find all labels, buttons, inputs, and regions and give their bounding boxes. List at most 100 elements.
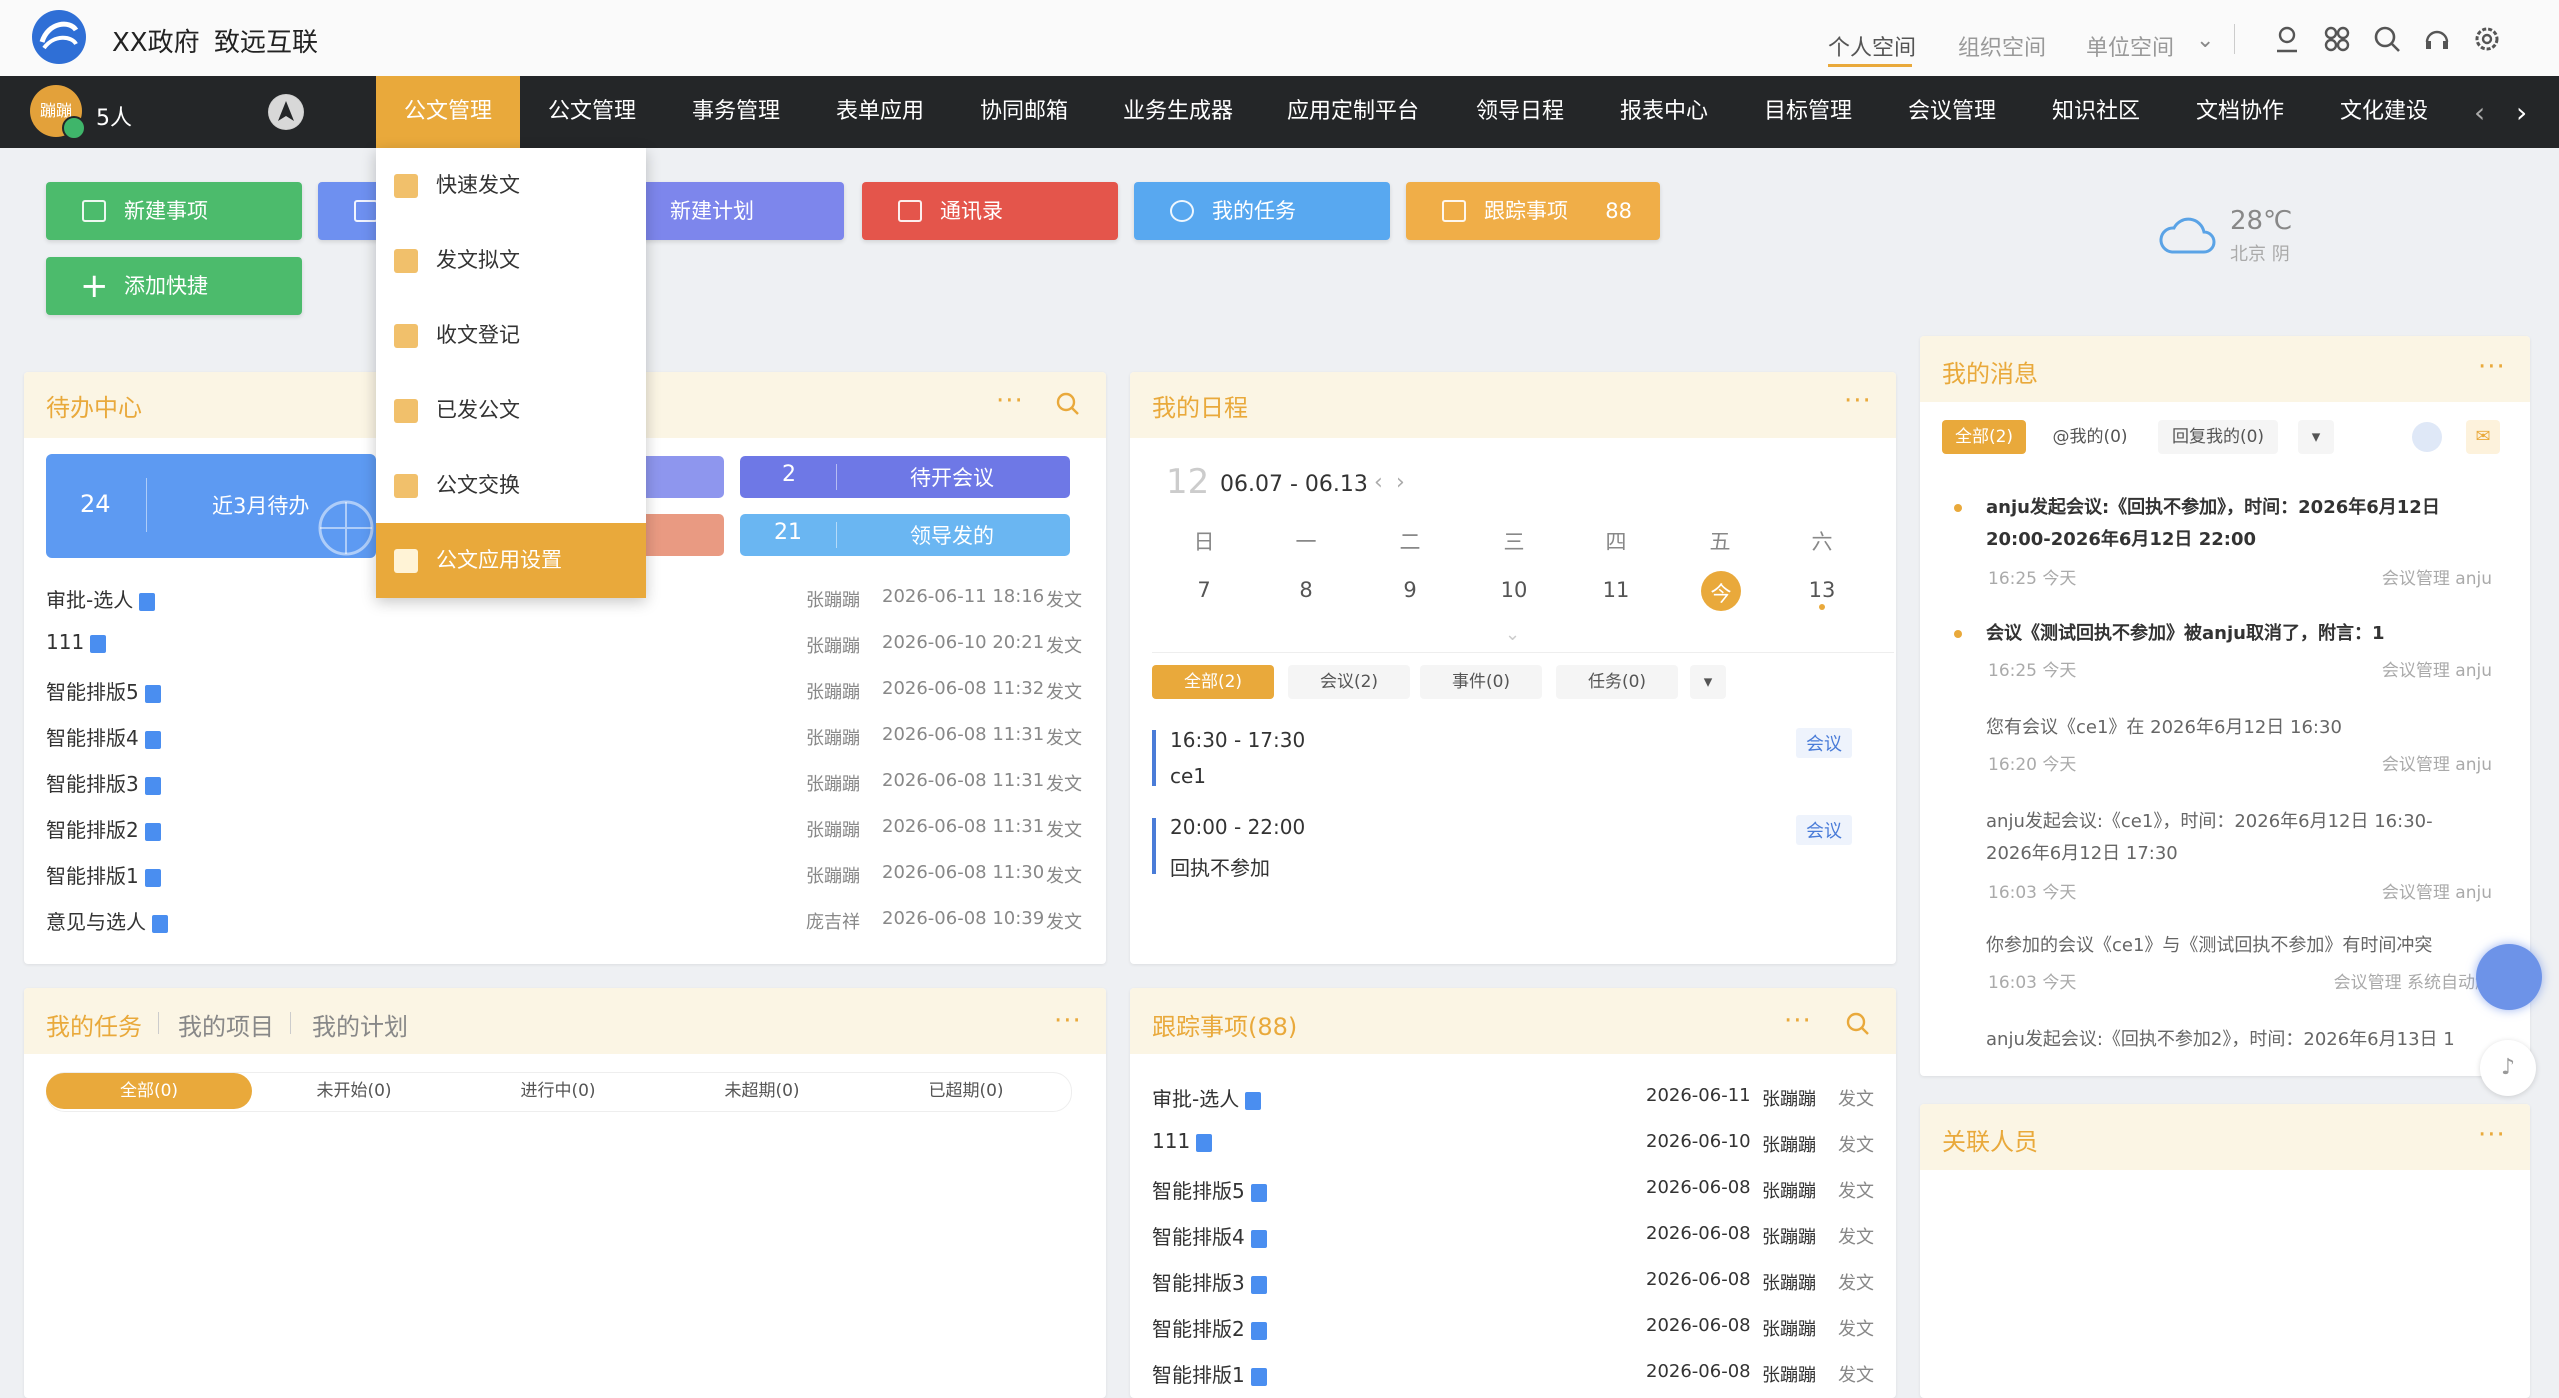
tab-unit-space[interactable]: 单位空间: [2086, 30, 2174, 62]
assistant-icon[interactable]: [2476, 944, 2542, 1010]
robot-icon[interactable]: [2412, 422, 2442, 452]
messages-tab-all[interactable]: 全部(2): [1942, 420, 2026, 454]
contacts-button[interactable]: 通讯录: [862, 182, 1118, 240]
my-tasks-button[interactable]: 我的任务: [1134, 182, 1390, 240]
menu-item-quick-issue[interactable]: 快速发文: [376, 148, 646, 223]
search-icon[interactable]: [1054, 390, 1082, 418]
more-icon[interactable]: ···: [996, 386, 1024, 416]
schedule-tab-tasks[interactable]: 任务(0): [1556, 665, 1678, 699]
calendar-day[interactable]: 10: [1494, 578, 1534, 602]
bell-icon[interactable]: ♪: [2480, 1040, 2536, 1096]
chevron-down-icon[interactable]: ⌄: [2196, 28, 2214, 53]
nav-item-biz-generator[interactable]: 业务生成器: [1108, 76, 1248, 148]
settings-icon[interactable]: [2470, 22, 2504, 56]
todo-row-title[interactable]: 智能排版2: [46, 814, 161, 843]
calendar-day[interactable]: 13: [1802, 578, 1842, 602]
nav-next-icon[interactable]: ›: [2516, 96, 2527, 129]
calendar-day-today[interactable]: 今: [1701, 578, 1741, 608]
tracking-row-title[interactable]: 审批-选人: [1152, 1083, 1262, 1112]
nav-item-culture[interactable]: 文化建设: [2322, 76, 2446, 148]
calendar-day[interactable]: 7: [1184, 578, 1224, 602]
event-name[interactable]: ce1: [1170, 764, 1206, 788]
tracking-row-title[interactable]: 智能排版3: [1152, 1267, 1267, 1296]
nav-item-knowledge[interactable]: 知识社区: [2034, 76, 2158, 148]
messages-tab-mentions[interactable]: @我的(0): [2042, 420, 2138, 454]
tracking-row-title[interactable]: 智能排版4: [1152, 1221, 1267, 1250]
tab-my-projects[interactable]: 我的项目: [178, 1007, 274, 1042]
headset-icon[interactable]: [2420, 22, 2454, 56]
more-icon[interactable]: ···: [1054, 1006, 1082, 1036]
expand-icon[interactable]: ⌄: [1505, 624, 1520, 645]
prev-week-icon[interactable]: ‹: [1374, 470, 1383, 495]
nav-item-doc-mgmt-2[interactable]: 公文管理: [530, 76, 654, 148]
task-filter-in-progress[interactable]: 进行中(0): [458, 1073, 658, 1109]
stat-partial-orange[interactable]: [644, 514, 724, 556]
more-icon[interactable]: ···: [2478, 1120, 2506, 1150]
nav-item-goals[interactable]: 目标管理: [1746, 76, 1870, 148]
tracking-button[interactable]: 跟踪事项 88: [1406, 182, 1660, 240]
task-filter-all[interactable]: 全部(0): [46, 1073, 252, 1109]
tab-my-tasks[interactable]: 我的任务: [46, 1007, 142, 1042]
message-text[interactable]: 您有会议《ce1》在 2026年6月12日 16:30: [1986, 712, 2476, 744]
calendar-day[interactable]: 8: [1286, 578, 1326, 602]
schedule-tab-events[interactable]: 事件(0): [1420, 665, 1542, 699]
todo-row-title[interactable]: 111: [46, 630, 107, 654]
nav-item-meetings[interactable]: 会议管理: [1890, 76, 2014, 148]
message-text[interactable]: 你参加的会议《ce1》与《测试回执不参加》有时间冲突: [1986, 930, 2476, 962]
todo-row-title[interactable]: 智能排版5: [46, 676, 161, 705]
todo-row-title[interactable]: 意见与选人: [46, 906, 168, 935]
event-name[interactable]: 回执不参加: [1170, 852, 1270, 881]
schedule-tab-all[interactable]: 全部(2): [1152, 665, 1274, 699]
calendar-day[interactable]: 9: [1390, 578, 1430, 602]
stat-partial-purple[interactable]: [644, 456, 724, 498]
tracking-row-title[interactable]: 111: [1152, 1129, 1213, 1153]
message-text[interactable]: 会议《测试回执不参加》被anju取消了，附言：1: [1986, 618, 2476, 650]
schedule-filter-dropdown[interactable]: ▾: [1690, 665, 1726, 699]
tracking-row-title[interactable]: 智能排版5: [1152, 1175, 1267, 1204]
task-filter-not-started[interactable]: 未开始(0): [254, 1073, 454, 1109]
tab-personal-space[interactable]: 个人空间: [1828, 30, 1916, 62]
menu-item-app-settings[interactable]: 公文应用设置: [376, 523, 646, 598]
todo-row-title[interactable]: 智能排版1: [46, 860, 161, 889]
mail-icon[interactable]: ✉: [2466, 420, 2500, 454]
schedule-tab-meetings[interactable]: 会议(2): [1288, 665, 1410, 699]
nav-item-leader-schedule[interactable]: 领导日程: [1458, 76, 1582, 148]
tab-org-space[interactable]: 组织空间: [1958, 30, 2046, 62]
message-text[interactable]: anju发起会议:《回执不参加》，时间：2026年6月12日 20:00-202…: [1986, 492, 2476, 556]
menu-item-receive-register[interactable]: 收文登记: [376, 298, 646, 373]
nav-item-mailbox[interactable]: 协同邮箱: [962, 76, 1086, 148]
more-icon[interactable]: ···: [1784, 1006, 1812, 1036]
new-item-button[interactable]: 新建事项: [46, 182, 302, 240]
nav-item-doc-mgmt[interactable]: 公文管理: [376, 76, 520, 148]
todo-row-title[interactable]: 智能排版4: [46, 722, 161, 751]
messages-tab-replies[interactable]: 回复我的(0): [2158, 420, 2278, 454]
menu-item-doc-exchange[interactable]: 公文交换: [376, 448, 646, 523]
tracking-row-title[interactable]: 智能排版2: [1152, 1313, 1267, 1342]
more-icon[interactable]: ···: [1844, 386, 1872, 416]
message-text[interactable]: anju发起会议:《ce1》，时间：2026年6月12日 16:30-2026年…: [1986, 806, 2476, 870]
nav-item-affairs[interactable]: 事务管理: [674, 76, 798, 148]
menu-item-sent-docs[interactable]: 已发公文: [376, 373, 646, 448]
user-location-icon[interactable]: [2270, 22, 2304, 56]
search-icon[interactable]: [2370, 22, 2404, 56]
menu-item-draft[interactable]: 发文拟文: [376, 223, 646, 298]
tab-my-plans[interactable]: 我的计划: [312, 1007, 408, 1042]
message-text[interactable]: anju发起会议:《回执不参加2》，时间：2026年6月13日 1: [1986, 1024, 2476, 1056]
next-week-icon[interactable]: ›: [1396, 470, 1405, 495]
navigate-icon[interactable]: [268, 94, 304, 130]
apps-icon[interactable]: [2320, 22, 2354, 56]
calendar-day[interactable]: 11: [1596, 578, 1636, 602]
more-icon[interactable]: ···: [2478, 352, 2506, 382]
todo-row-title[interactable]: 智能排版3: [46, 768, 161, 797]
messages-filter-dropdown[interactable]: ▾: [2298, 420, 2334, 454]
task-filter-not-overdue[interactable]: 未超期(0): [662, 1073, 862, 1109]
add-shortcut-button[interactable]: + 添加快捷: [46, 257, 302, 315]
tracking-row-title[interactable]: 智能排版1: [1152, 1359, 1267, 1388]
search-icon[interactable]: [1844, 1010, 1872, 1038]
nav-item-doc-collab[interactable]: 文档协作: [2178, 76, 2302, 148]
task-filter-overdue[interactable]: 已超期(0): [866, 1073, 1066, 1109]
nav-item-forms[interactable]: 表单应用: [818, 76, 942, 148]
nav-item-app-platform[interactable]: 应用定制平台: [1268, 76, 1438, 148]
todo-row-title[interactable]: 审批-选人: [46, 584, 156, 613]
nav-prev-icon[interactable]: ‹: [2474, 96, 2485, 129]
